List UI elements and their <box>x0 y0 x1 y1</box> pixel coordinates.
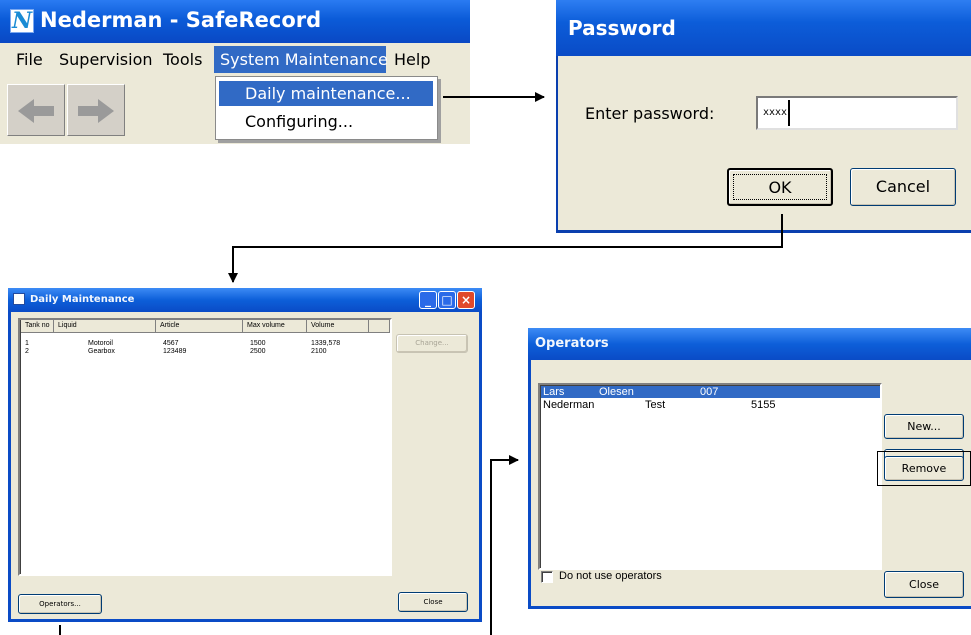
arrow-password-to-daily-maintenance <box>228 214 783 283</box>
arrow-to-operators-dialog <box>490 455 519 635</box>
flow-arrows <box>59 92 783 635</box>
